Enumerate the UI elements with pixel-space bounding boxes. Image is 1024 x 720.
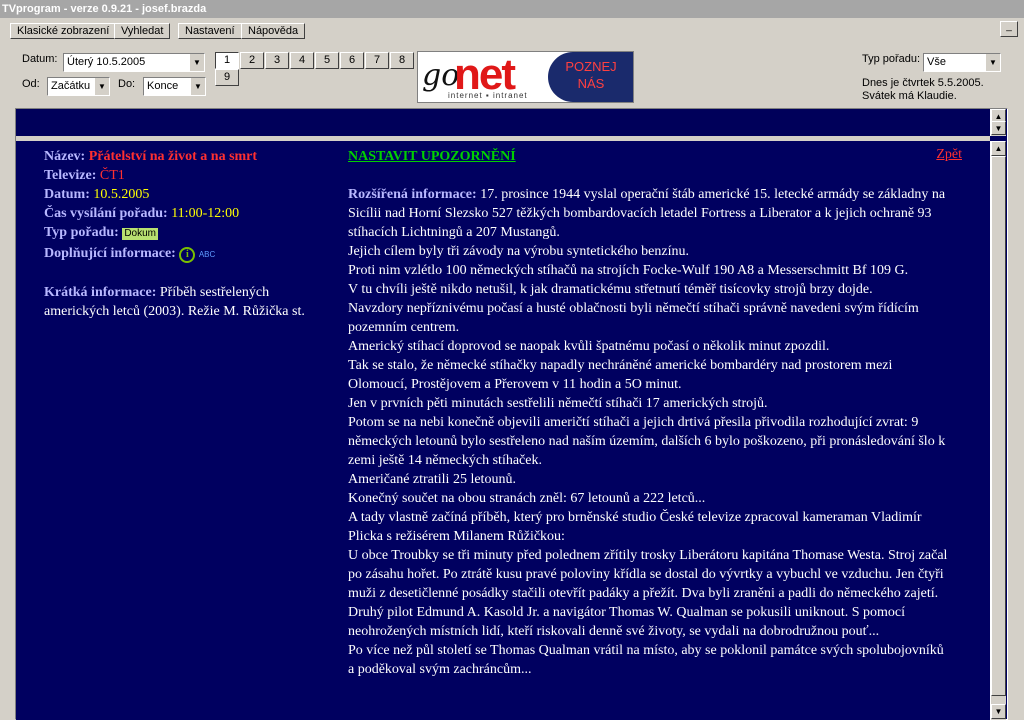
- from-label: Od:: [22, 78, 40, 90]
- time-label: Čas vysílání pořadu:: [44, 206, 168, 221]
- day-button-5[interactable]: 5: [315, 52, 339, 69]
- logo-subtitle: internet ▪ intranet: [448, 91, 528, 100]
- scroll-down-icon[interactable]: ▼: [991, 704, 1006, 719]
- extended-info: NASTAVIT UPOZORNĚNÍ Rozšířená informace:…: [348, 147, 948, 679]
- date-select-value: Úterý 10.5.2005: [67, 56, 146, 68]
- extended-para-9: Potom se na nebi konečně objevili američ…: [348, 415, 946, 468]
- nas-text: NÁS: [577, 76, 605, 91]
- extended-para-12: A tady vlastně začíná příběh, který pro …: [348, 510, 922, 544]
- gonet-logo[interactable]: go net internet ▪ intranet POZNEJ NÁS: [417, 51, 634, 103]
- date-select[interactable]: Úterý 10.5.2005 ▼: [63, 53, 205, 72]
- type-select-value: Vše: [927, 56, 946, 68]
- menu-bar: Klasické zobrazení Vyhledat Nastavení Ná…: [0, 20, 1024, 40]
- extended-para-8: Jen v prvních pěti minutách sestřelili n…: [348, 396, 768, 411]
- channel-label: Televize:: [44, 168, 97, 183]
- chevron-down-icon[interactable]: ▼: [94, 78, 109, 95]
- top-scrollbar[interactable]: ▲ ▼: [990, 109, 1006, 136]
- date-field-label: Datum:: [44, 187, 90, 202]
- menu-settings[interactable]: Nastavení: [178, 23, 242, 39]
- day-button-9[interactable]: 9: [215, 69, 239, 86]
- back-link[interactable]: Zpět: [936, 147, 962, 163]
- to-select[interactable]: Konce ▼: [143, 77, 206, 96]
- set-reminder-link[interactable]: NASTAVIT UPOZORNĚNÍ: [348, 147, 948, 166]
- program-type-label: Typ pořadu:: [44, 225, 119, 240]
- abc-icon[interactable]: ABC: [199, 250, 215, 259]
- chevron-down-icon[interactable]: ▼: [190, 78, 205, 95]
- short-info-label: Krátká informace:: [44, 285, 157, 300]
- menu-help[interactable]: Nápověda: [241, 23, 306, 39]
- extended-para-10: Američané ztratili 25 letounů.: [348, 472, 516, 487]
- program-summary: Název: Přátelství na život a na smrt Tel…: [44, 147, 334, 321]
- day-button-3[interactable]: 3: [265, 52, 289, 69]
- extra-info-label: Doplňující informace:: [44, 246, 176, 261]
- time-value: 11:00-12:00: [171, 206, 240, 221]
- to-label: Do:: [118, 78, 136, 90]
- to-select-value: Konce: [147, 80, 179, 92]
- day-button-2[interactable]: 2: [240, 52, 264, 69]
- type-row: Typ pořadu: Dokum: [44, 223, 334, 242]
- date-row: Datum: 10.5.2005: [44, 185, 334, 204]
- time-row: Čas vysílání pořadu: 11:00-12:00: [44, 204, 334, 223]
- extended-info-label: Rozšířená informace:: [348, 187, 477, 202]
- menu-search[interactable]: Vyhledat: [114, 23, 171, 39]
- extended-para-5: Navzdory nepříznivému počasí a husté obl…: [348, 301, 919, 335]
- day-button-6[interactable]: 6: [340, 52, 364, 69]
- info-icon[interactable]: i: [179, 247, 196, 263]
- channel-value: ČT1: [99, 168, 125, 183]
- title-row: Název: Přátelství na život a na smrt: [44, 147, 334, 166]
- day-button-4[interactable]: 4: [290, 52, 314, 69]
- date-label: Datum:: [22, 53, 58, 65]
- extended-para-13: U obce Troubky se tři minuty před poledn…: [348, 548, 948, 639]
- scroll-up-icon[interactable]: ▲: [991, 141, 1006, 156]
- window-title: TVprogram - verze 0.9.21 - josef.brazda: [0, 0, 1024, 18]
- extended-para-6: Americký stíhací doprovod se naopak kvůl…: [348, 339, 830, 354]
- type-select[interactable]: Vše ▼: [923, 53, 1001, 72]
- nameday-text: Svátek má Klaudie.: [862, 90, 957, 102]
- short-info: Krátká informace: Příběh sestřelených am…: [44, 283, 334, 321]
- scroll-down-icon[interactable]: ▼: [991, 121, 1006, 135]
- extended-para-1: Rozšířená informace: 17. prosince 1944 v…: [348, 185, 948, 242]
- poznej-nas-banner[interactable]: POZNEJ NÁS: [548, 52, 633, 102]
- extended-para-14: Po více než půl století se Thomas Qualma…: [348, 643, 944, 677]
- documentary-badge: Dokum: [122, 228, 159, 240]
- extended-para-3: Proti nim vzlétlo 100 německých stíhačů …: [348, 263, 909, 278]
- extended-para-11: Konečný součet na obou stranách zněl: 67…: [348, 491, 706, 506]
- chevron-down-icon[interactable]: ▼: [189, 54, 204, 71]
- poznej-text: POZNEJ: [565, 59, 617, 74]
- scroll-thumb[interactable]: [991, 156, 1006, 696]
- detail-frame: Název: Přátelství na život a na smrt Tel…: [16, 141, 990, 720]
- title-label: Název:: [44, 149, 86, 164]
- main-scrollbar[interactable]: ▲ ▼: [990, 141, 1006, 720]
- day-button-8[interactable]: 8: [390, 52, 414, 69]
- from-select[interactable]: Začátku ▼: [47, 77, 110, 96]
- type-label: Typ pořadu:: [862, 53, 921, 65]
- chevron-down-icon[interactable]: ▼: [985, 54, 1000, 71]
- minimize-button[interactable]: _: [1000, 21, 1018, 37]
- menu-classic-view[interactable]: Klasické zobrazení: [10, 23, 117, 39]
- extra-info-row: Doplňující informace: i ABC: [44, 244, 334, 264]
- program-title: Přátelství na život a na smrt: [88, 149, 258, 164]
- top-frame: [16, 109, 990, 136]
- from-select-value: Začátku: [51, 80, 91, 92]
- day-button-7[interactable]: 7: [365, 52, 389, 69]
- today-text: Dnes je čtvrtek 5.5.2005.: [862, 77, 984, 89]
- extended-para-4: V tu chvíli ještě nikdo netušil, k jak d…: [348, 282, 873, 297]
- channel-row: Televize: ČT1: [44, 166, 334, 185]
- day-button-1[interactable]: 1: [215, 52, 239, 69]
- date-value: 10.5.2005: [93, 187, 150, 202]
- extended-para-2: Jejich cílem byly tři závody na výrobu s…: [348, 244, 689, 259]
- extended-para-7: Tak se stalo, že německé stíhačky napadl…: [348, 358, 893, 392]
